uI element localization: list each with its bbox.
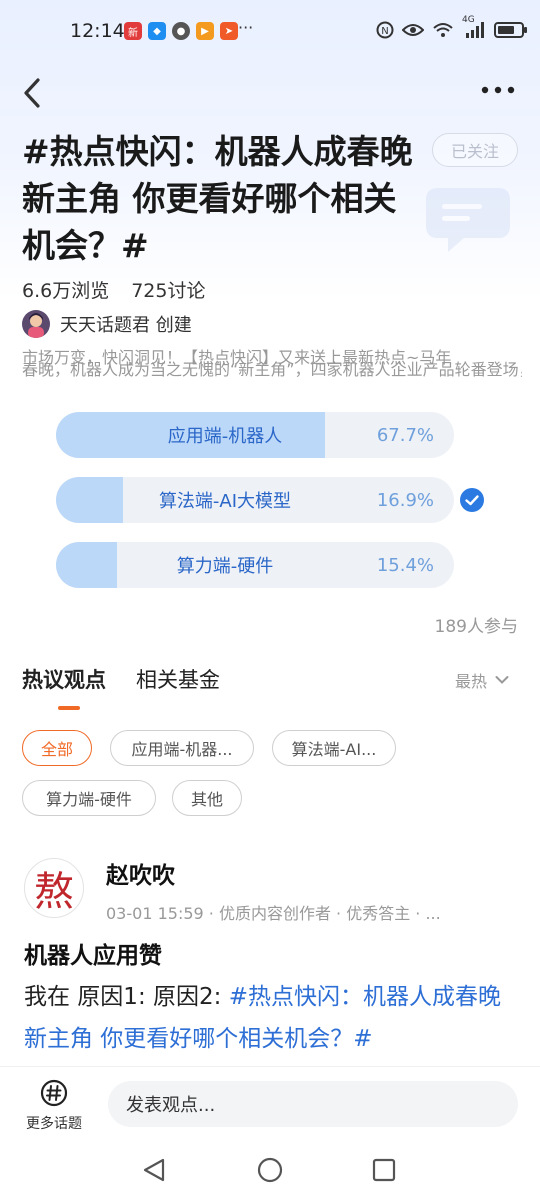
poll-option-percent: 16.9% bbox=[376, 489, 434, 511]
news-app-icon: 新 bbox=[124, 22, 142, 40]
opinion-input[interactable]: 发表观点... bbox=[108, 1081, 518, 1127]
more-topics-button[interactable]: 更多话题 bbox=[18, 1079, 90, 1132]
notification-more-icon: ··· bbox=[238, 18, 254, 37]
filter-chip-all[interactable]: 全部 bbox=[22, 730, 92, 766]
sort-label: 最热 bbox=[455, 672, 488, 691]
filter-chip-robot[interactable]: 应用端-机器... bbox=[110, 730, 254, 766]
tab-related-funds[interactable]: 相关基金 bbox=[136, 664, 220, 694]
sort-dropdown[interactable]: 最热 bbox=[455, 668, 509, 692]
more-options-icon[interactable] bbox=[480, 80, 516, 100]
status-time: 12:14 bbox=[70, 20, 125, 42]
content-tabs: 热议观点 相关基金 bbox=[22, 664, 220, 710]
system-icons: N 4G bbox=[376, 15, 527, 39]
notification-icons: 新 ◆ ● ▶ ➤ bbox=[124, 22, 238, 40]
topic-stats: 6.6万浏览 725讨论 bbox=[22, 276, 205, 303]
back-arrow-icon[interactable] bbox=[18, 76, 48, 110]
poll-participants: 189人参与 bbox=[434, 617, 518, 637]
chevron-down-icon bbox=[495, 676, 509, 684]
creator-label: 天天话题君 创建 bbox=[60, 315, 192, 336]
post-author-name[interactable]: 赵吹吹 bbox=[106, 856, 175, 890]
nav-recents-icon[interactable] bbox=[372, 1158, 396, 1182]
topic-title: #热点快闪：机器人成春晚新主角 你更看好哪个相关机会？# bbox=[22, 132, 413, 265]
post-title[interactable]: 机器人应用赞 bbox=[24, 936, 162, 970]
tab-hot-opinions[interactable]: 热议观点 bbox=[22, 664, 106, 710]
nav-back-icon[interactable] bbox=[143, 1158, 165, 1182]
status-bar: 12:14 新 ◆ ● ▶ ➤ ··· N 4G bbox=[0, 15, 540, 48]
views-count: 6.6万浏览 bbox=[22, 280, 110, 302]
eye-icon bbox=[402, 24, 424, 36]
chat-bubble-decoration-icon bbox=[426, 188, 510, 252]
post-body-text: 我在 原因1: 原因2: bbox=[24, 984, 229, 1010]
follow-button[interactable]: 已关注 bbox=[432, 133, 518, 167]
filter-chip-ai-model[interactable]: 算法端-AI... bbox=[272, 730, 396, 766]
shield-icon: ◆ bbox=[148, 22, 166, 40]
poll-option-hardware[interactable]: 算力端-硬件 15.4% bbox=[56, 542, 454, 588]
send-app-icon: ➤ bbox=[220, 22, 238, 40]
selected-check-icon bbox=[460, 488, 484, 512]
svg-text:N: N bbox=[381, 26, 388, 37]
topic-description: 市场万变，快闪洞见！【热点快闪】又来送上最新热点~马年 春晚，机器人成为当之无愧… bbox=[22, 347, 522, 391]
description-line-2-text: 春晚，机器人成为当之无愧的“新主角”，四家机器人企业产品轮番登场，从《秧BOT》… bbox=[22, 360, 522, 379]
poll-option-percent: 15.4% bbox=[376, 554, 434, 576]
bottom-action-bar: 更多话题 发表观点... bbox=[0, 1066, 540, 1136]
more-topics-label: 更多话题 bbox=[26, 1116, 82, 1132]
creator-info[interactable]: 天天话题君 创建 bbox=[22, 310, 192, 338]
filter-chip-hardware[interactable]: 算力端-硬件 bbox=[22, 780, 156, 816]
wechat-icon: ● bbox=[172, 22, 190, 40]
battery-icon bbox=[494, 22, 527, 38]
post-body[interactable]: 我在 原因1: 原因2: #热点快闪：机器人成春晚新主角 你更看好哪个相关机会？… bbox=[24, 976, 520, 1060]
hashtag-icon bbox=[40, 1079, 68, 1107]
post-author-avatar[interactable]: 熬 bbox=[24, 858, 84, 918]
post-meta: 03-01 15:59 · 优质内容创作者 · 优秀答主 · ... bbox=[106, 904, 441, 923]
signal-icon: 4G bbox=[462, 15, 486, 39]
creator-avatar bbox=[22, 310, 50, 338]
system-navigation-bar bbox=[143, 1157, 396, 1183]
poll-option-percent: 67.7% bbox=[376, 424, 434, 446]
description-line-2: 春晚，机器人成为当之无愧的“新主角”，四家机器人企业产品轮番登场，从《秧BOT》… bbox=[22, 359, 522, 381]
poll-option-ai-model[interactable]: 算法端-AI大模型 16.9% bbox=[56, 477, 454, 523]
discussions-count: 725讨论 bbox=[131, 280, 206, 302]
video-app-icon: ▶ bbox=[196, 22, 214, 40]
nfc-icon: N bbox=[376, 21, 394, 39]
filter-chip-other[interactable]: 其他 bbox=[172, 780, 242, 816]
wifi-icon bbox=[433, 23, 453, 37]
nav-home-icon[interactable] bbox=[257, 1157, 283, 1183]
poll-option-robot[interactable]: 应用端-机器人 67.7% bbox=[56, 412, 454, 458]
